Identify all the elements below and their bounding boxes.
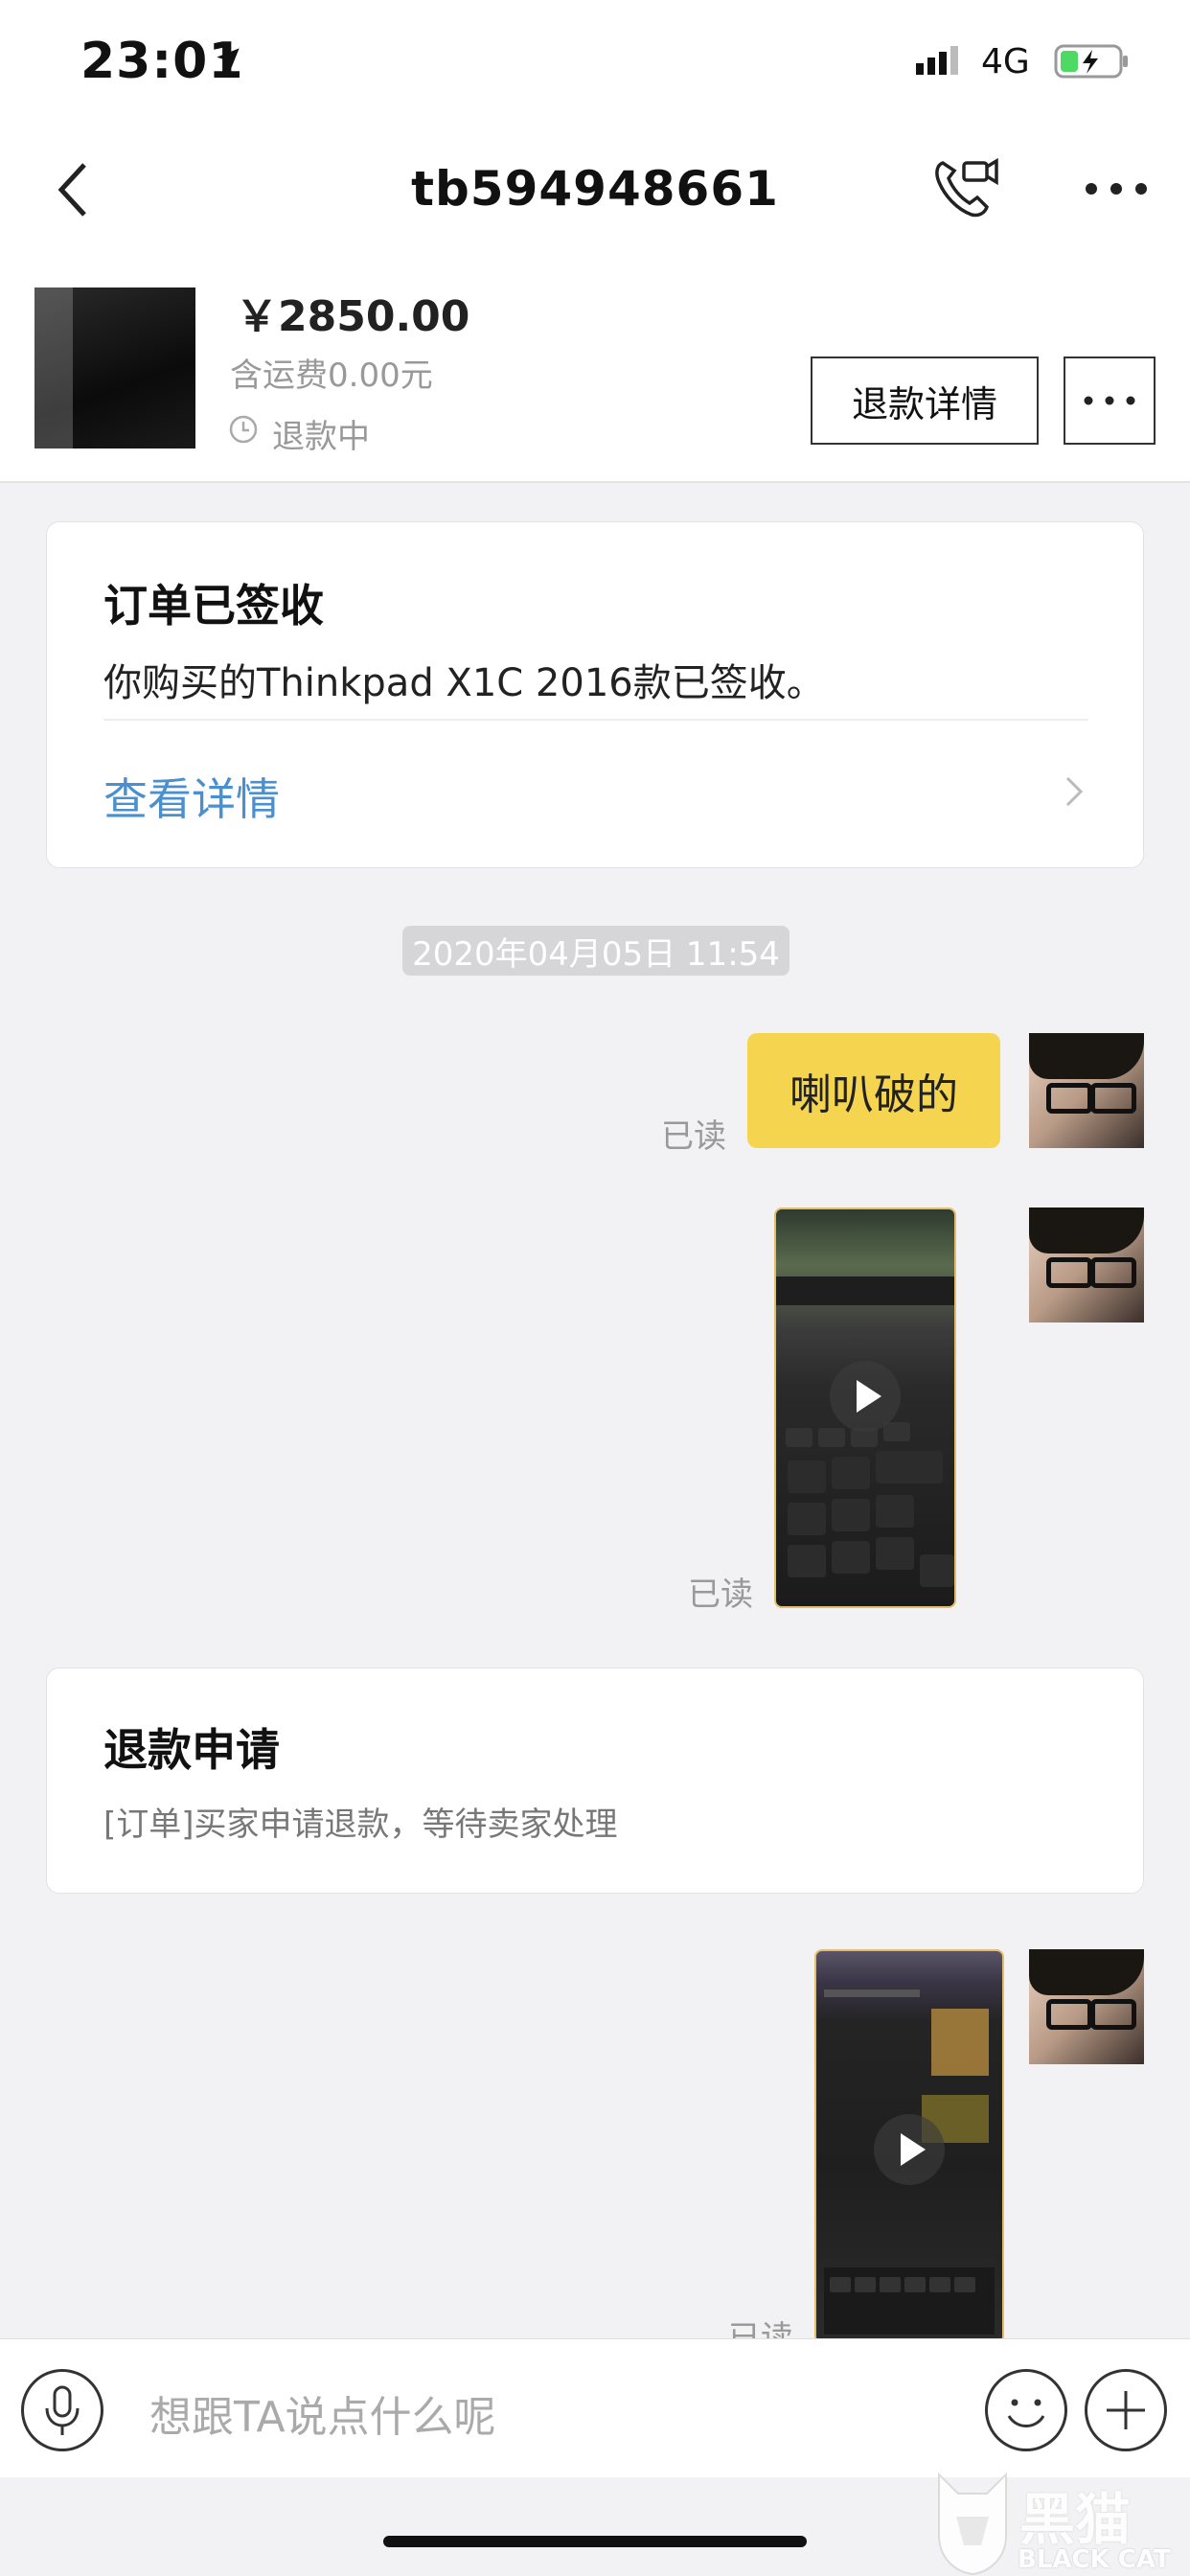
avatar[interactable] [1029, 1033, 1144, 1148]
chat-timestamp: 2020年04月05日 11:54 [402, 926, 790, 976]
smiley-icon [1007, 2399, 1045, 2427]
video-call-icon[interactable] [931, 153, 1000, 222]
more-options-icon[interactable] [1085, 182, 1148, 196]
play-icon[interactable] [830, 1361, 901, 1432]
more-dots-icon [1084, 396, 1135, 405]
microphone-icon [45, 2385, 80, 2435]
order-card-title: 订单已签收 [103, 580, 324, 632]
product-more-button[interactable] [1064, 356, 1156, 445]
read-receipt: 已读 [661, 1117, 726, 1156]
refund-card-text: [订单]买家申请退款，等待卖家处理 [103, 1806, 618, 1844]
view-details-link[interactable]: 查看详情 [103, 765, 280, 828]
refund-request-card[interactable] [46, 1668, 1144, 1894]
product-thumbnail-edge [34, 288, 73, 448]
network-label: 4G [981, 42, 1030, 81]
watermark-logo: 黑猫 BLACK CAT [929, 2469, 1190, 2576]
page-title: tb594948661 [411, 161, 779, 217]
video-message[interactable] [814, 1949, 1004, 2344]
chevron-right-icon [1065, 776, 1084, 807]
voice-button[interactable] [21, 2369, 103, 2451]
location-arrow-icon [217, 48, 240, 71]
signal-icon [916, 46, 958, 75]
shipping-fee: 含运费0.00元 [230, 356, 433, 395]
message-input[interactable]: 想跟TA说点什么呢 [149, 2382, 496, 2444]
refund-card-title: 退款申请 [103, 1724, 280, 1776]
refund-detail-button[interactable]: 退款详情 [811, 356, 1039, 445]
order-card-text: 你购买的Thinkpad X1C 2016款已签收。 [103, 661, 825, 705]
add-button[interactable] [1085, 2369, 1167, 2451]
product-price: ￥2850.00 [236, 292, 470, 341]
refund-status: 退款中 [272, 418, 370, 456]
avatar[interactable] [1029, 1949, 1144, 2064]
read-receipt: 已读 [688, 1576, 753, 1614]
avatar[interactable] [1029, 1208, 1144, 1322]
home-indicator [383, 2536, 807, 2547]
watermark-brand: 黑猫 [1019, 2487, 1132, 2552]
watermark-brand-en: BLACK CAT [1018, 2545, 1171, 2574]
read-receipt: 已读 [728, 2319, 793, 2338]
divider [103, 719, 1088, 721]
black-cat-logo-icon [938, 2472, 1007, 2576]
video-message[interactable] [774, 1208, 956, 1608]
emoji-button[interactable] [985, 2369, 1067, 2451]
play-icon[interactable] [874, 2114, 945, 2185]
plus-icon [1107, 2391, 1145, 2429]
battery-icon [1054, 44, 1128, 79]
clock-icon [229, 415, 258, 444]
message-bubble[interactable]: 喇叭破的 [747, 1033, 1000, 1148]
